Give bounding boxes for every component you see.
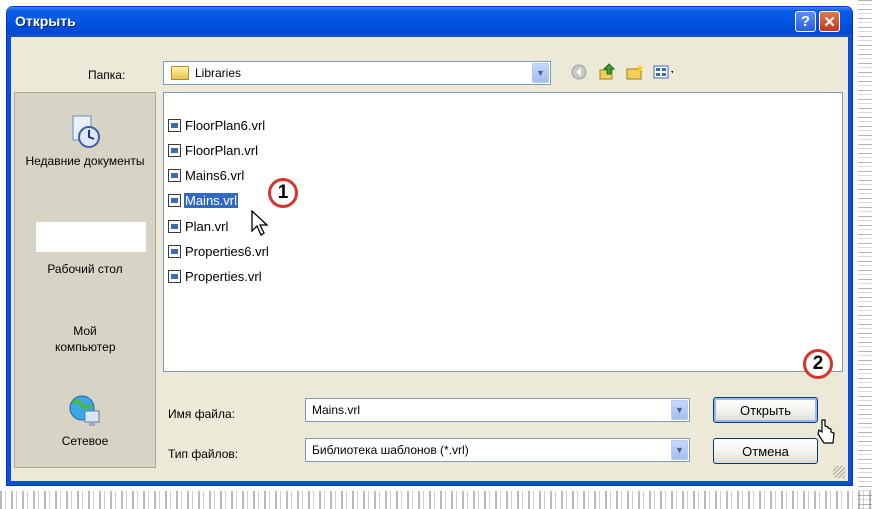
file-name: FloorPlan6.vrl <box>185 118 266 133</box>
view-menu-icon[interactable] <box>653 62 673 82</box>
vrl-file-icon <box>168 169 181 182</box>
help-button[interactable]: ? <box>795 11 816 32</box>
chevron-down-icon[interactable]: ▼ <box>671 400 688 420</box>
back-icon[interactable] <box>569 62 589 82</box>
filename-input[interactable]: Mains.vrl ▼ <box>305 398 690 422</box>
title-bar[interactable]: Открыть ? ✕ <box>7 7 852 37</box>
vrl-file-icon <box>168 245 181 258</box>
step-2-badge: 2 <box>803 349 833 379</box>
place-my-computer[interactable]: Мой компьютер <box>15 323 155 355</box>
vrl-file-icon <box>168 220 181 233</box>
file-name: Properties.vrl <box>185 269 262 284</box>
file-name: Mains.vrl <box>184 193 239 208</box>
window-title: Открыть <box>15 13 76 29</box>
place-network[interactable]: Сетевое <box>15 393 155 449</box>
place-label: Рабочий стол <box>47 262 123 276</box>
filename-label: Имя файла: <box>168 407 235 421</box>
lookin-dropdown[interactable]: Libraries ▼ <box>163 61 551 85</box>
redaction-block <box>36 222 146 252</box>
lookin-value: Libraries <box>195 66 242 80</box>
window-frame-left <box>7 37 11 485</box>
file-item[interactable]: FloorPlan.vrl <box>168 141 259 160</box>
file-item-selected[interactable]: Mains.vrl <box>168 191 239 210</box>
open-button[interactable]: Открыть <box>713 397 818 423</box>
new-folder-icon[interactable] <box>625 62 645 82</box>
place-label: Недавние документы <box>25 154 145 168</box>
place-recent-documents[interactable]: Недавние документы <box>15 113 155 169</box>
vrl-file-icon <box>168 194 181 207</box>
cancel-button[interactable]: Отмена <box>713 438 818 464</box>
chevron-down-icon[interactable]: ▼ <box>671 440 688 460</box>
file-name: Properties6.vrl <box>185 244 269 259</box>
file-item[interactable]: Properties6.vrl <box>168 242 270 261</box>
filetype-dropdown[interactable]: Библиотека шаблонов (*.vrl) ▼ <box>305 438 690 462</box>
recent-documents-icon <box>67 113 103 149</box>
places-bar: Недавние документы Рабочий стол Мой комп… <box>14 92 156 468</box>
close-icon: ✕ <box>823 13 836 31</box>
window-frame-right <box>848 37 852 485</box>
chevron-down-icon[interactable]: ▼ <box>532 63 549 83</box>
background-texture-bottom <box>0 491 872 509</box>
step-1-badge: 1 <box>268 178 298 208</box>
file-item[interactable]: FloorPlan6.vrl <box>168 116 266 135</box>
vrl-file-icon <box>168 119 181 132</box>
filetype-label: Тип файлов: <box>168 447 239 461</box>
file-name: Mains6.vrl <box>185 168 245 183</box>
folder-icon <box>171 66 189 80</box>
mouse-cursor-icon <box>817 419 835 444</box>
close-button[interactable]: ✕ <box>819 11 840 32</box>
file-name: Plan.vrl <box>185 219 229 234</box>
navigation-toolbar <box>569 62 673 82</box>
window-frame-bottom <box>7 481 852 485</box>
mouse-cursor-icon <box>251 210 269 236</box>
file-item[interactable]: Plan.vrl <box>168 217 229 236</box>
resize-grip[interactable] <box>833 466 845 478</box>
place-label: Мой компьютер <box>55 324 116 354</box>
network-icon <box>67 393 103 429</box>
vrl-file-icon <box>168 144 181 157</box>
background-texture-right <box>858 0 872 509</box>
help-icon: ? <box>800 13 811 30</box>
lookin-label: Папка: <box>88 68 126 82</box>
place-label: Сетевое <box>61 434 109 448</box>
vrl-file-icon <box>168 270 181 283</box>
file-item[interactable]: Properties.vrl <box>168 267 263 286</box>
file-name: FloorPlan.vrl <box>185 143 258 158</box>
up-folder-icon[interactable] <box>597 62 617 82</box>
filetype-value: Библиотека шаблонов (*.vrl) <box>312 443 469 457</box>
file-item[interactable]: Mains6.vrl <box>168 166 245 185</box>
filename-value: Mains.vrl <box>312 403 361 417</box>
